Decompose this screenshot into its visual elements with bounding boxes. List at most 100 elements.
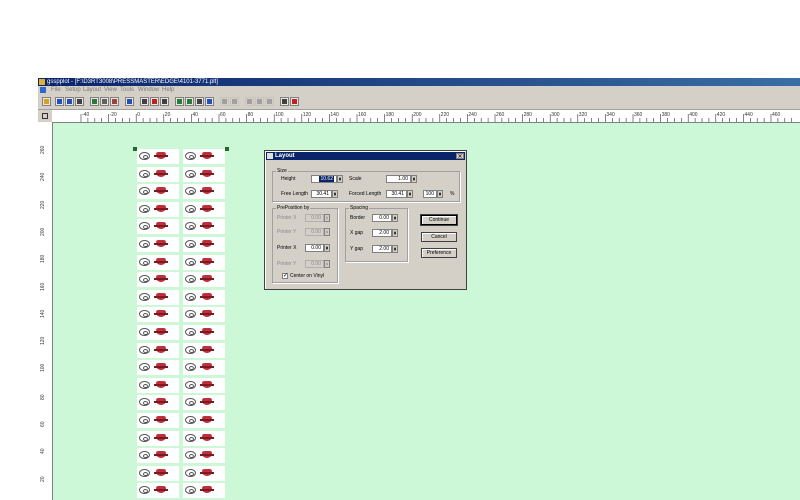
plotted-label[interactable] (137, 430, 179, 446)
printer-x-spinner[interactable] (324, 214, 330, 222)
menu-window[interactable]: Window (138, 86, 159, 94)
plotted-label[interactable] (137, 289, 179, 305)
center-on-vinyl-checkbox[interactable]: ✓ (282, 273, 288, 279)
plotted-label[interactable] (183, 289, 225, 305)
plotted-label[interactable] (183, 377, 225, 393)
menu-view[interactable]: View (104, 86, 117, 94)
plotted-label[interactable] (137, 184, 179, 200)
plotted-label[interactable] (137, 412, 179, 428)
printer-y-input-2[interactable]: 0.00 (305, 260, 324, 268)
border-input[interactable]: 0.00 (372, 214, 392, 222)
border-spinner[interactable] (392, 214, 398, 222)
percent-input[interactable]: 100 (423, 190, 437, 198)
plotted-label[interactable] (183, 395, 225, 411)
size-icon[interactable] (55, 97, 64, 106)
plotted-label[interactable] (183, 483, 225, 499)
stop-icon[interactable] (290, 97, 299, 106)
xgap-input[interactable]: 2.00 (372, 229, 392, 237)
plotted-label[interactable] (137, 324, 179, 340)
ygap-spinner[interactable] (392, 245, 398, 253)
plotted-label[interactable] (183, 236, 225, 252)
layout-icon[interactable] (90, 97, 99, 106)
plotted-label[interactable] (137, 307, 179, 323)
crosshair-icon[interactable] (195, 97, 204, 106)
forced-length-spinner[interactable] (407, 190, 413, 198)
plotted-label[interactable] (137, 465, 179, 481)
ygap-input[interactable]: 2.00 (372, 245, 392, 253)
continue-button[interactable]: Continue (420, 214, 458, 226)
plotted-label[interactable] (137, 272, 179, 288)
plotted-label[interactable] (183, 448, 225, 464)
distribute-h-icon[interactable] (220, 97, 229, 106)
plotted-label[interactable] (137, 201, 179, 217)
plotted-label[interactable] (137, 166, 179, 182)
printer-x-input[interactable]: 0.00 (305, 214, 324, 222)
grid-icon[interactable] (100, 97, 109, 106)
menu-layout[interactable]: Layout (83, 86, 101, 94)
preference-button[interactable]: Preference (421, 248, 457, 258)
color-icon[interactable] (150, 97, 159, 106)
weed-icon[interactable] (265, 97, 274, 106)
selection-handle-right[interactable] (225, 147, 229, 151)
percent-spinner[interactable] (437, 190, 443, 198)
plotted-label[interactable] (137, 483, 179, 499)
printer-y-spinner[interactable] (324, 228, 330, 236)
xgap-spinner[interactable] (392, 229, 398, 237)
plotted-label[interactable] (183, 430, 225, 446)
plotted-label[interactable] (183, 465, 225, 481)
scale-input[interactable]: 1.00 (386, 175, 411, 183)
plotted-label[interactable] (183, 342, 225, 358)
ruler-corner[interactable] (38, 110, 52, 122)
plotted-label[interactable] (137, 360, 179, 376)
plotted-label[interactable] (183, 184, 225, 200)
plotted-label[interactable] (183, 412, 225, 428)
text-icon[interactable] (75, 97, 84, 106)
plotted-label[interactable] (183, 254, 225, 270)
align-icon[interactable] (205, 97, 214, 106)
plotted-label[interactable] (137, 448, 179, 464)
plotted-label[interactable] (183, 166, 225, 182)
distribute-v-icon[interactable] (230, 97, 239, 106)
cancel-button[interactable]: Cancel (421, 232, 457, 242)
printer-y-spinner-2[interactable] (324, 260, 330, 268)
height-input[interactable]: 10.62 (311, 175, 337, 183)
preview-icon[interactable] (140, 97, 149, 106)
plotted-label[interactable] (137, 219, 179, 235)
free-length-spinner[interactable] (332, 190, 338, 198)
printer-x-spinner-active[interactable] (324, 244, 330, 252)
menu-file[interactable]: File (51, 86, 61, 94)
plotted-label[interactable] (183, 272, 225, 288)
plotted-label[interactable] (183, 201, 225, 217)
height-spinner[interactable] (337, 175, 343, 183)
help-icon[interactable] (280, 97, 289, 106)
zoom-icon[interactable] (175, 97, 184, 106)
printer-y-input[interactable]: 0.00 (305, 228, 324, 236)
plotted-label[interactable] (137, 149, 179, 164)
free-length-input[interactable]: 30.41 (311, 190, 332, 198)
printer-x-input-active[interactable]: 0.00 (305, 244, 324, 252)
cut-icon[interactable] (255, 97, 264, 106)
menu-setup[interactable]: Setup (65, 86, 81, 94)
plotted-label[interactable] (137, 254, 179, 270)
plotted-label[interactable] (137, 377, 179, 393)
stretch-icon[interactable] (65, 97, 74, 106)
plotted-label[interactable] (183, 360, 225, 376)
frame-icon[interactable] (245, 97, 254, 106)
print-icon[interactable] (125, 97, 134, 106)
plot-icon[interactable] (160, 97, 169, 106)
plotted-label[interactable] (137, 395, 179, 411)
plotted-label[interactable] (183, 324, 225, 340)
menu-tools[interactable]: Tools (120, 86, 134, 94)
tile-icon[interactable] (110, 97, 119, 106)
plotted-label[interactable] (183, 219, 225, 235)
plotted-label[interactable] (137, 236, 179, 252)
plotted-label[interactable] (137, 342, 179, 358)
forced-length-input[interactable]: 30.41 (386, 190, 407, 198)
scale-spinner[interactable] (411, 175, 417, 183)
plotted-label[interactable] (183, 307, 225, 323)
menu-help[interactable]: Help (162, 86, 174, 94)
plotted-label[interactable] (183, 149, 225, 164)
document-icon[interactable] (40, 87, 46, 93)
move-icon[interactable] (185, 97, 194, 106)
close-icon[interactable]: ✕ (456, 153, 464, 160)
